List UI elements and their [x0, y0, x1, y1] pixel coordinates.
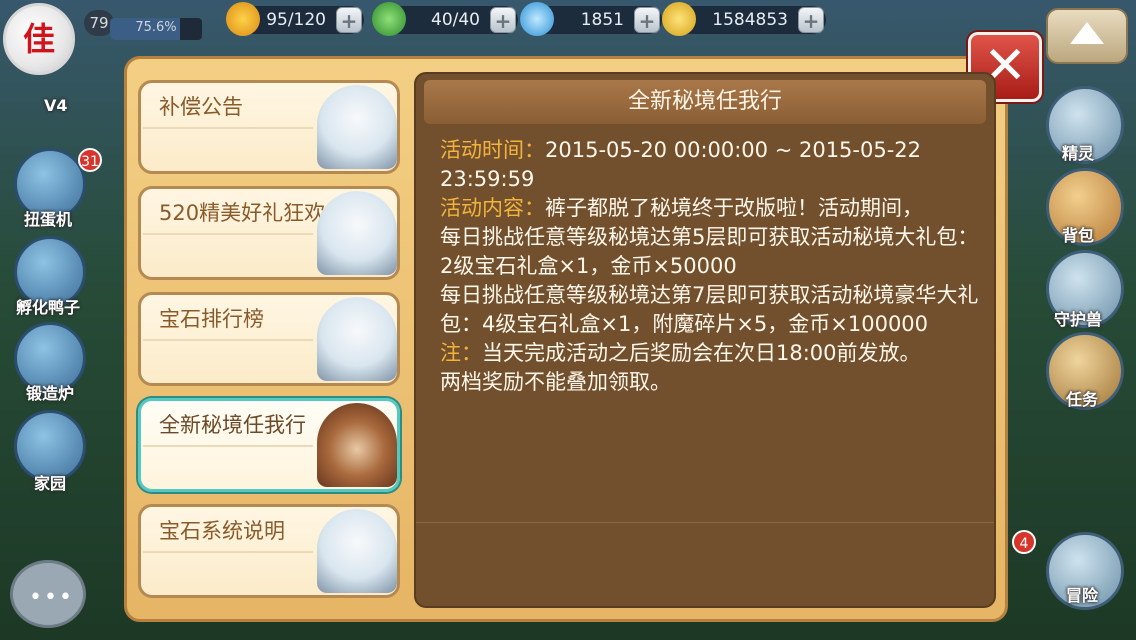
- gacha-badge: 31: [78, 148, 102, 172]
- elf-character-icon: [317, 297, 397, 381]
- adventure-badge: 4: [1012, 530, 1036, 554]
- guardian-label: 守护兽: [1054, 310, 1103, 329]
- notice-body: 活动时间：2015-05-20 00:00:00 ~ 2015-05-22 23…: [440, 136, 984, 397]
- tab-label: 宝石排行榜: [159, 307, 264, 331]
- add-stamina-button[interactable]: +: [490, 7, 516, 33]
- tab-label: 补偿公告: [159, 95, 243, 119]
- stamina-value: 40/40: [431, 10, 480, 30]
- resource-gold: 1584853 +: [662, 2, 826, 36]
- adventure-label: 冒险: [1066, 586, 1099, 605]
- elf-character-icon: [317, 85, 397, 169]
- tab-compensation-notice[interactable]: 补偿公告: [138, 80, 400, 174]
- avatar-text: 佳: [22, 20, 55, 58]
- chat-button[interactable]: •••: [10, 560, 86, 628]
- elf-character-icon: [317, 191, 397, 275]
- quest-label: 任务: [1066, 390, 1099, 409]
- forge-label: 锻造炉: [26, 384, 75, 403]
- content-value: 裤子都脱了秘境终于改版啦！活动期间，: [545, 196, 923, 220]
- backpack-label: 背包: [1062, 226, 1095, 245]
- tab-label: 520精美好礼狂欢: [159, 201, 326, 225]
- add-energy-button[interactable]: +: [336, 7, 362, 33]
- note-key: 注：: [440, 341, 482, 365]
- chat-bubble-icon: •••: [29, 585, 74, 610]
- diamond-value: 1851: [580, 10, 624, 30]
- tab-divider: [143, 127, 313, 129]
- tab-divider: [143, 233, 313, 235]
- notice-content: 活动内容：裤子都脱了秘境终于改版啦！活动期间，: [440, 194, 984, 223]
- tab-divider: [143, 551, 313, 553]
- elf-character-icon: [317, 509, 397, 593]
- diamond-icon: [520, 2, 554, 36]
- notice-content-panel: 全新秘境任我行 活动时间：2015-05-20 00:00:00 ~ 2015-…: [414, 72, 996, 608]
- exp-bar: 75.6%: [110, 18, 202, 40]
- gold-coin-icon: [662, 2, 696, 36]
- tab-gem-system-guide[interactable]: 宝石系统说明: [138, 504, 400, 598]
- add-diamond-button[interactable]: +: [634, 7, 660, 33]
- notice-time: 活动时间：2015-05-20 00:00:00 ~ 2015-05-22 23…: [440, 136, 984, 194]
- warrior-character-icon: [317, 403, 397, 487]
- resource-diamond: 1851 +: [520, 2, 662, 36]
- arrow-up-icon: [1070, 22, 1104, 44]
- panel-divider: [416, 522, 994, 523]
- exp-percent: 75.6%: [135, 20, 177, 35]
- tab-secret-realm[interactable]: 全新秘境任我行: [138, 398, 400, 492]
- tab-divider: [143, 445, 313, 447]
- vip-label: V4: [44, 96, 68, 115]
- notice-title: 全新秘境任我行: [424, 80, 986, 124]
- tab-divider: [143, 339, 313, 341]
- top-resource-bar: 佳 79 75.6% 95/120 + 40/40 + 1851 + 15848…: [0, 0, 1136, 75]
- gold-value: 1584853: [712, 10, 788, 30]
- time-key: 活动时间：: [440, 138, 545, 162]
- tab-label: 全新秘境任我行: [159, 413, 306, 437]
- lightning-icon: [226, 2, 260, 36]
- scroll-up-button[interactable]: [1046, 8, 1128, 64]
- tab-520-gift[interactable]: 520精美好礼狂欢: [138, 186, 400, 280]
- tab-gem-ranking[interactable]: 宝石排行榜: [138, 292, 400, 386]
- resource-stamina: 40/40 +: [372, 2, 518, 36]
- energy-value: 95/120: [266, 10, 326, 30]
- notice-restriction: 两档奖励不能叠加领取。: [440, 370, 671, 394]
- content-key: 活动内容：: [440, 196, 545, 220]
- notice-note: 注：当天完成活动之后奖励会在次日18:00前发放。: [440, 339, 984, 368]
- player-avatar[interactable]: 佳: [3, 3, 75, 75]
- tab-label: 宝石系统说明: [159, 519, 285, 543]
- notice-reward-2: 每日挑战任意等级秘境达第7层即可获取活动秘境豪华大礼包：4级宝石礼盒×1，附魔碎…: [440, 283, 979, 336]
- green-globe-icon: [372, 2, 406, 36]
- resource-energy: 95/120 +: [226, 2, 364, 36]
- notice-reward-1: 每日挑战任意等级秘境达第5层即可获取活动秘境大礼包：2级宝石礼盒×1，金币×50…: [440, 225, 979, 278]
- gacha-label: 扭蛋机: [24, 210, 73, 229]
- note-value: 当天完成活动之后奖励会在次日18:00前发放。: [482, 341, 921, 365]
- home-label: 家园: [34, 474, 67, 493]
- hatch-duck-label: 孵化鸭子: [16, 298, 81, 317]
- spirit-label: 精灵: [1062, 144, 1095, 163]
- add-gold-button[interactable]: +: [798, 7, 824, 33]
